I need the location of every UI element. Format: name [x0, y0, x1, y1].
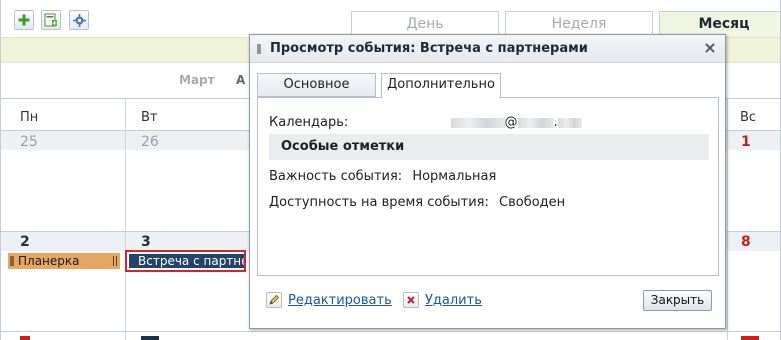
calendar-add-icon [44, 13, 57, 27]
tab-main[interactable]: Основное [257, 73, 376, 97]
tab-additional[interactable]: Дополнительно [381, 73, 501, 99]
day-name-tue: Вт [141, 110, 158, 125]
pencil-icon [266, 292, 282, 308]
settings-button[interactable] [69, 10, 89, 30]
gear-icon [72, 13, 86, 27]
dialog-header[interactable]: Просмотр события: Встреча с партнерами × [250, 35, 725, 63]
date-cell[interactable]: 25 [20, 134, 38, 150]
add-event-button[interactable] [14, 10, 34, 30]
delete-action[interactable]: Удалить [403, 292, 482, 308]
next-week-date-hint [20, 336, 30, 340]
date-cell-weekend[interactable]: 8 [741, 234, 751, 250]
event-title: Встреча с партнер [138, 254, 244, 268]
grid-column-line [727, 98, 728, 340]
dialog-tab-panel: Календарь: @. Особые отметки Важность со… [257, 97, 719, 276]
drag-handle-icon[interactable] [257, 44, 261, 54]
event-planerka[interactable]: Планерка [8, 253, 120, 269]
date-cell[interactable]: 2 [20, 234, 30, 250]
calendar-label: Календарь: [269, 115, 349, 130]
event-view-dialog: Просмотр события: Встреча с партнерами ×… [249, 34, 726, 329]
left-border [0, 0, 1, 340]
month-prev-link[interactable]: Март [179, 73, 215, 87]
delete-link[interactable]: Удалить [425, 293, 482, 308]
importance-value: Нормальная [412, 169, 497, 184]
date-cell[interactable]: 26 [141, 134, 159, 150]
next-week-date-hint [741, 336, 759, 340]
availability-row: Доступность на время события: Свободен [269, 195, 565, 210]
dialog-title: Просмотр события: Встреча с партнерами [270, 41, 588, 56]
importance-row: Важность события: Нормальная [269, 169, 496, 184]
event-meeting[interactable]: Встреча с партнер [129, 254, 244, 268]
date-cell[interactable]: 3 [141, 234, 151, 250]
redacted-email-part [557, 117, 582, 128]
resize-handle-icon[interactable] [113, 256, 117, 266]
grid-line [0, 331, 781, 332]
next-week-date-hint [141, 336, 159, 340]
edit-link[interactable]: Редактировать [288, 293, 392, 308]
drag-handle-icon[interactable] [10, 256, 14, 266]
section-header: Особые отметки [269, 134, 709, 160]
close-button[interactable]: Закрыть [643, 290, 712, 311]
availability-label: Доступность на время события: [269, 195, 489, 210]
day-name-sun: Вс [740, 110, 757, 125]
close-icon[interactable]: × [703, 39, 717, 57]
event-meeting-highlight[interactable]: Встреча с партнер [125, 250, 246, 272]
delete-icon [403, 292, 419, 308]
month-current-label[interactable]: А [236, 73, 245, 87]
calendar-row: Календарь: @. [269, 115, 582, 130]
event-title: Планерка [18, 254, 80, 268]
date-cell-weekend[interactable]: 1 [741, 134, 751, 150]
edit-action[interactable]: Редактировать [266, 292, 392, 308]
add-calendar-button[interactable] [41, 10, 61, 30]
calendar-at: @ [504, 115, 518, 130]
day-name-mon: Пн [20, 110, 39, 125]
redacted-email-part [450, 117, 505, 128]
plus-icon [18, 14, 30, 26]
grid-column-line [125, 98, 126, 340]
redacted-email-part [517, 117, 554, 128]
importance-label: Важность события: [269, 169, 403, 184]
availability-value: Свободен [499, 195, 566, 210]
